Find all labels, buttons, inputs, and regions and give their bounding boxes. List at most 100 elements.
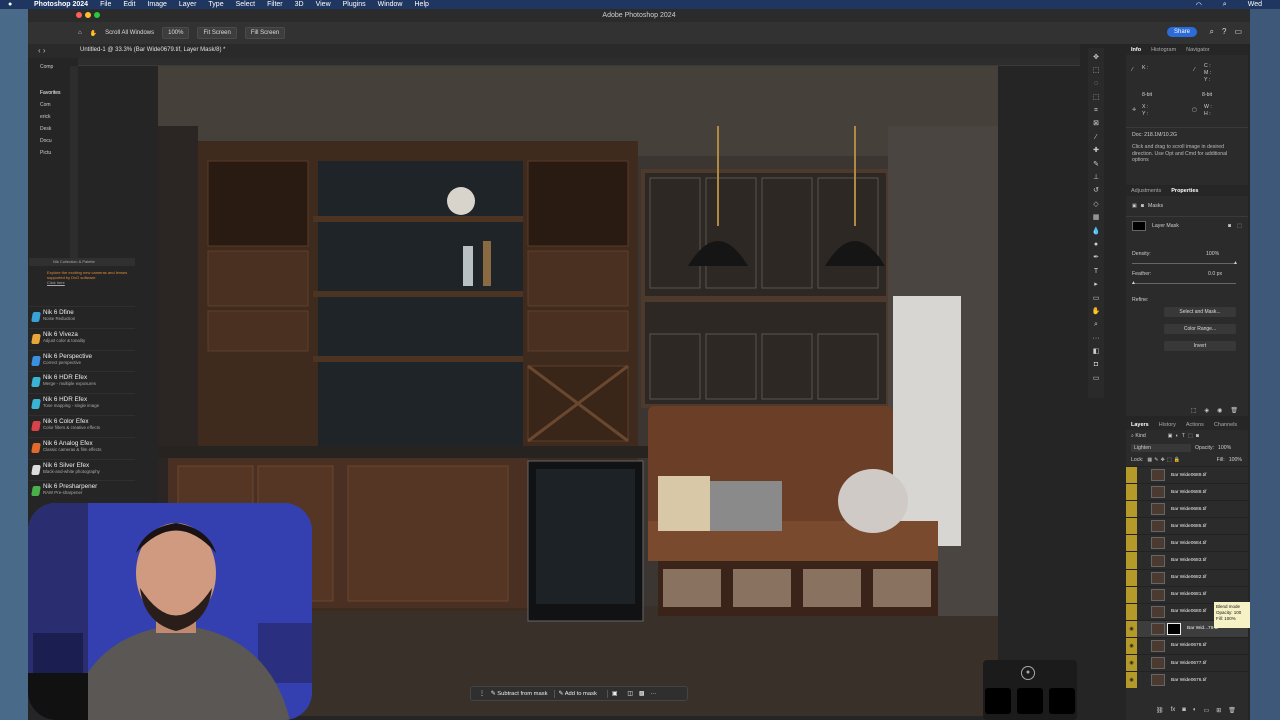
group-icon[interactable]: ▭ (1204, 707, 1210, 714)
apple-menu-icon[interactable]: ● (8, 1, 12, 8)
layer-row[interactable]: Bar Wide0686.tif (1126, 500, 1248, 518)
layer-visibility-icon[interactable] (1126, 467, 1137, 484)
menu-plugins[interactable]: Plugins (343, 1, 366, 8)
finder-item[interactable]: erick (40, 111, 72, 123)
layer-visibility-icon[interactable] (1126, 484, 1137, 501)
nik-plugin-item[interactable]: Nik 6 HDR Efex Merge - multiple exposures (29, 371, 135, 393)
layer-visibility-icon[interactable]: ◉ (1126, 620, 1137, 637)
color-swatches-icon[interactable]: ◧ (1091, 347, 1101, 357)
nik-plugin-item[interactable]: Nik 6 HDR Efex Tone mapping - single imag… (29, 393, 135, 415)
invert-button[interactable]: Invert (1164, 341, 1236, 351)
menu-file[interactable]: File (100, 1, 111, 8)
layer-row[interactable]: Bar Wide0684.tif (1126, 534, 1248, 552)
apply-mask-icon[interactable]: ◙ (1228, 223, 1231, 229)
gradient-tool-icon[interactable]: ▦ (1091, 213, 1101, 223)
blur-tool-icon[interactable]: 💧 (1091, 226, 1101, 236)
menu-layer[interactable]: Layer (179, 1, 197, 8)
menubar-clock[interactable]: Wed (1248, 1, 1262, 9)
zoom-100-button[interactable]: 100% (162, 27, 190, 39)
workspace-icon[interactable]: ▭ (1234, 27, 1242, 37)
menu-app-name[interactable]: Photoshop 2024 (34, 1, 88, 8)
tab-properties[interactable]: Properties (1171, 188, 1198, 194)
tab-actions[interactable]: Actions (1186, 422, 1204, 428)
nik-plugin-item[interactable]: Nik 6 Presharpener RAW Pre-sharpener (29, 480, 135, 502)
layer-visibility-icon[interactable] (1126, 552, 1137, 569)
feather-slider-handle[interactable]: ▲ (1131, 280, 1136, 286)
link-layers-icon[interactable]: ⛓ (1156, 707, 1164, 714)
mask-options-icon[interactable]: ▣ (606, 689, 621, 698)
nik-plugin-item[interactable]: Nik 6 Color Efex Color filters & creative… (29, 414, 135, 437)
document-tab[interactable]: Untitled-1 @ 33.3% (Bar Wide0679.tif, La… (80, 47, 226, 53)
menu-image[interactable]: Image (147, 1, 166, 8)
layer-visibility-icon[interactable]: ◉ (1126, 655, 1137, 672)
fill-screen-button[interactable]: Fill Screen (244, 27, 286, 39)
layer-visibility-icon[interactable]: ◉ (1126, 672, 1137, 689)
layer-row[interactable]: Bar Wide0689.tif (1126, 466, 1248, 484)
healing-tool-icon[interactable]: ✚ (1091, 146, 1101, 156)
finder-item[interactable]: Comp (40, 61, 72, 73)
stamp-tool-icon[interactable]: ⊥ (1091, 173, 1101, 183)
hand-tool-icon[interactable]: ✋ (1091, 306, 1101, 316)
tab-adjustments[interactable]: Adjustments (1131, 188, 1161, 194)
opacity-value[interactable]: 100% (1218, 445, 1231, 451)
layer-visibility-icon[interactable]: ◉ (1126, 637, 1137, 655)
screen-mode-icon[interactable]: ▭ (1091, 373, 1101, 383)
nik-plugin-item[interactable]: Nik 6 Silver Efex Black-and-white photogr… (29, 458, 135, 481)
layer-visibility-icon[interactable] (1126, 586, 1137, 603)
blend-mode-select[interactable]: Lighten (1131, 444, 1191, 452)
tab-info[interactable]: Info (1131, 47, 1141, 53)
path-select-tool-icon[interactable]: ▸ (1091, 280, 1101, 290)
menu-help[interactable]: Help (415, 1, 429, 8)
crop-tool-icon[interactable]: ⌗ (1091, 106, 1101, 116)
horizontal-ruler[interactable] (78, 58, 1080, 66)
marquee-tool-icon[interactable]: ⬚ (1091, 65, 1101, 75)
recorder-tile[interactable] (1017, 688, 1043, 714)
fill-mask-icon[interactable]: ▩ (639, 691, 644, 697)
record-icon[interactable]: ● (1021, 666, 1035, 680)
layer-row[interactable]: Bar Wide0683.tif (1126, 551, 1248, 569)
nik-panel-header[interactable]: Nik Collection & Palette (29, 258, 135, 266)
menu-edit[interactable]: Edit (123, 1, 135, 8)
menu-3d[interactable]: 3D (295, 1, 304, 8)
invert-mask-icon[interactable]: ◫ (627, 691, 632, 697)
help-icon[interactable]: ? (1222, 27, 1226, 37)
tab-histogram[interactable]: Histogram (1151, 47, 1176, 53)
close-window-icon[interactable] (76, 12, 82, 18)
fit-screen-button[interactable]: Fit Screen (197, 27, 237, 39)
nik-plugin-item[interactable]: Nik 6 Analog Efex Classic cameras & film … (29, 436, 135, 459)
recorder-tile[interactable] (1049, 688, 1075, 714)
eraser-tool-icon[interactable]: ◇ (1091, 199, 1101, 209)
tab-channels[interactable]: Channels (1214, 422, 1237, 428)
apply-mask-icon[interactable]: ◈ (1205, 407, 1210, 414)
layer-row[interactable]: Bar Wide0682.tif (1126, 568, 1248, 586)
select-and-mask-button[interactable]: Select and Mask... (1164, 307, 1236, 317)
finder-item[interactable]: Pictu (40, 147, 72, 159)
hand-tool-icon[interactable]: ✋ (90, 30, 97, 37)
menu-window[interactable]: Window (378, 1, 403, 8)
fx-icon[interactable]: fx (1171, 707, 1176, 714)
color-range-button[interactable]: Color Range... (1164, 324, 1236, 334)
wifi-icon[interactable]: ◠ (1196, 1, 1202, 9)
zoom-window-icon[interactable] (94, 12, 100, 18)
nik-plugin-item[interactable]: Nik 6 Dfine Noise Reduction (29, 306, 135, 328)
visibility-icon[interactable]: ◉ (1217, 407, 1222, 414)
layer-row[interactable]: ◉ Bar Wide0677.tif (1126, 654, 1248, 672)
layer-row[interactable]: Bar Wide0688.tif (1126, 483, 1248, 501)
search-icon[interactable]: ⌕ (1210, 27, 1214, 37)
scroll-all-windows-checkbox[interactable]: Scroll All Windows (105, 30, 154, 36)
home-icon[interactable]: ⌂ (78, 30, 82, 36)
frame-tool-icon[interactable]: ⊠ (1091, 119, 1101, 129)
finder-item[interactable]: Desk (40, 123, 72, 135)
object-select-tool-icon[interactable]: ⬚ (1091, 92, 1101, 102)
zoom-tool-icon[interactable]: ⌕ (1091, 320, 1101, 330)
tab-history[interactable]: History (1159, 422, 1176, 428)
menu-type[interactable]: Type (208, 1, 223, 8)
layer-row[interactable]: ◉ Bar Wide0678.tif (1126, 636, 1248, 655)
back-forward-icon[interactable]: ‹ › (38, 46, 46, 55)
finder-item[interactable]: Docu (40, 135, 72, 147)
fill-value[interactable]: 100% (1229, 457, 1242, 463)
more-options-button[interactable]: ··· (650, 691, 656, 697)
eyedropper-tool-icon[interactable]: ⁄ (1091, 132, 1101, 142)
recorder-tile[interactable] (985, 688, 1011, 714)
load-selection-icon[interactable]: ⬚ (1191, 407, 1197, 414)
